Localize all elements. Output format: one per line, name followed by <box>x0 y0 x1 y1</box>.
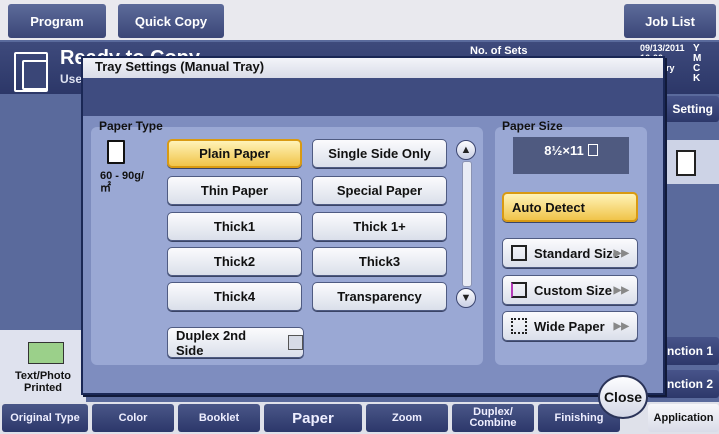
single-side-only-button[interactable]: Single Side Only <box>312 139 447 168</box>
thick1-button[interactable]: Thick1 <box>167 212 302 241</box>
tab-zoom[interactable]: Zoom <box>366 404 448 432</box>
scroll-up-icon[interactable]: ▲ <box>456 140 476 160</box>
wide-paper-icon <box>511 318 527 334</box>
wide-paper-button[interactable]: Wide Paper ▶▶ <box>502 311 638 341</box>
tab-color[interactable]: Color <box>92 404 174 432</box>
paper-weight: 60 - 90g/㎡ <box>100 170 145 194</box>
special-paper-button[interactable]: Special Paper <box>312 176 447 205</box>
custom-size-label: Custom Size <box>534 282 613 298</box>
text-photo-icon <box>28 342 64 364</box>
original-type-value: Text/Photo Printed <box>14 370 71 394</box>
dialog-title: Tray Settings (Manual Tray) <box>95 59 265 74</box>
duplex-2nd-side-label: Duplex 2nd Side <box>176 327 247 358</box>
scroll-down-icon[interactable]: ▼ <box>456 288 476 308</box>
standard-size-label: Standard Size <box>534 245 620 261</box>
tab-original-type[interactable]: Original Type <box>2 404 88 432</box>
checkbox-icon <box>288 335 303 350</box>
toner-k: K <box>693 73 701 84</box>
paper-type-label: Paper Type <box>99 119 163 133</box>
quick-copy-button[interactable]: Quick Copy <box>118 4 224 38</box>
tab-paper[interactable]: Paper <box>264 404 362 432</box>
copy-icon-inner <box>22 60 48 90</box>
program-button[interactable]: Program <box>8 4 106 38</box>
chevron-right-icon: ▶▶ <box>613 247 629 259</box>
dialog-band <box>83 78 663 116</box>
paper-icon <box>107 140 125 164</box>
job-list-button[interactable]: Job List <box>624 4 716 38</box>
transparency-button[interactable]: Transparency <box>312 282 447 311</box>
toner-indicator: Y M C K <box>693 44 713 84</box>
paper-size-value: 8½×11 <box>544 143 584 158</box>
current-paper-size: 8½×11 <box>513 137 629 174</box>
chevron-right-icon: ▶▶ <box>613 320 629 332</box>
standard-size-icon <box>511 245 527 261</box>
thick2-button[interactable]: Thick2 <box>167 247 302 276</box>
custom-size-icon <box>511 282 527 298</box>
scrollbar-track[interactable] <box>462 161 472 287</box>
paper-size-label: Paper Size <box>502 119 563 133</box>
tab-booklet[interactable]: Booklet <box>178 404 260 432</box>
portrait-paper-icon <box>587 144 598 156</box>
thick1-plus-button[interactable]: Thick 1+ <box>312 212 447 241</box>
standard-size-button[interactable]: Standard Size ▶▶ <box>502 238 638 268</box>
screen-subtitle: Use <box>60 72 83 86</box>
duplex-2nd-side-checkbox[interactable]: Duplex 2nd Side <box>167 327 304 358</box>
close-button[interactable]: Close <box>598 375 648 419</box>
original-type-tile[interactable]: Text/Photo Printed <box>0 330 86 402</box>
thin-paper-button[interactable]: Thin Paper <box>167 176 302 205</box>
top-bar <box>0 0 719 40</box>
thick4-button[interactable]: Thick4 <box>167 282 302 311</box>
auto-detect-button[interactable]: Auto Detect <box>502 192 638 222</box>
tab-duplex-combine[interactable]: Duplex/ Combine <box>452 404 534 432</box>
wide-paper-label: Wide Paper <box>534 318 605 334</box>
tab-application[interactable]: Application <box>648 404 719 432</box>
custom-size-button[interactable]: Custom Size ▶▶ <box>502 275 638 305</box>
tray-icon <box>676 150 696 176</box>
plain-paper-button[interactable]: Plain Paper <box>167 139 302 168</box>
thick3-button[interactable]: Thick3 <box>312 247 447 276</box>
chevron-right-icon: ▶▶ <box>613 284 629 296</box>
